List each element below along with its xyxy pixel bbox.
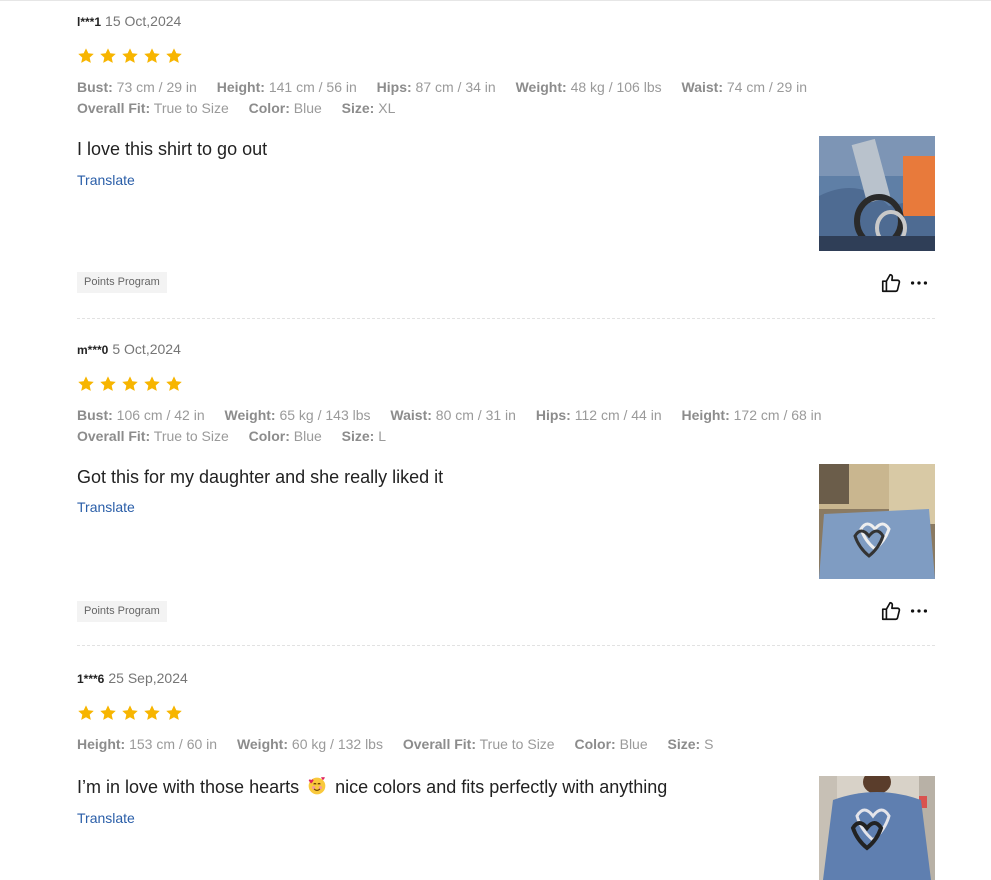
translate-link[interactable]: Translate — [77, 810, 135, 826]
top-border — [0, 0, 991, 1]
review-photo[interactable] — [819, 136, 935, 251]
size-attributes: Height: 153 cm / 60 in Weight: 60 kg / 1… — [77, 734, 729, 755]
attribute-height: Height: 172 cm / 68 in — [681, 407, 822, 423]
attribute-color: Color: Blue — [248, 428, 322, 444]
review-actions — [880, 272, 930, 294]
review-divider — [77, 645, 935, 646]
star-icon — [122, 376, 138, 391]
attribute-weight: Weight: 48 kg / 106 lbs — [515, 79, 662, 95]
shirt-photo-image — [819, 776, 935, 880]
review-date: 5 Oct,2024 — [112, 341, 181, 357]
translate-link[interactable]: Translate — [77, 499, 135, 515]
shirt-photo-image — [819, 136, 935, 251]
translate-link[interactable]: Translate — [77, 172, 135, 188]
attribute-height: Height: 153 cm / 60 in — [77, 736, 218, 752]
review-text: I’m in love with those hearts nice color… — [77, 776, 667, 798]
attribute-weight: Weight: 65 kg / 143 lbs — [224, 407, 371, 423]
thumbs-up-icon[interactable] — [880, 272, 902, 294]
attribute-overall-fit: Overall Fit: True to Size — [77, 428, 229, 444]
reviewer-name: 1***6 — [77, 672, 105, 686]
attribute-row: Bust: 73 cm / 29 in Height: 141 cm / 56 … — [77, 77, 823, 98]
attribute-color: Color: Blue — [574, 736, 648, 752]
attribute-size: Size: S — [667, 736, 714, 752]
star-icon — [78, 376, 94, 391]
reviewer-name: m***0 — [77, 343, 109, 357]
review-header: m***0 5 Oct,2024 — [77, 341, 181, 358]
attribute-size: Size: XL — [341, 100, 396, 116]
star-icon — [166, 48, 182, 63]
more-dots-icon[interactable] — [908, 272, 930, 294]
attribute-row: Bust: 106 cm / 42 in Weight: 65 kg / 143… — [77, 405, 838, 426]
points-program-badge: Points Program — [77, 272, 167, 293]
attribute-weight: Weight: 60 kg / 132 lbs — [236, 736, 383, 752]
attribute-overall-fit: Overall Fit: True to Size — [77, 100, 229, 116]
review-header: l***1 15 Oct,2024 — [77, 13, 181, 30]
attribute-row: Overall Fit: True to Size Color: Blue Si… — [77, 98, 823, 119]
more-dots-icon[interactable] — [908, 600, 930, 622]
star-rating — [77, 375, 183, 393]
review-photo[interactable] — [819, 776, 935, 880]
attribute-hips: Hips: 112 cm / 44 in — [535, 407, 662, 423]
star-icon — [78, 48, 94, 63]
star-rating — [77, 47, 183, 65]
attribute-hips: Hips: 87 cm / 34 in — [376, 79, 496, 95]
attribute-bust: Bust: 106 cm / 42 in — [77, 407, 205, 423]
attribute-row: Height: 153 cm / 60 in Weight: 60 kg / 1… — [77, 734, 729, 755]
star-icon — [100, 376, 116, 391]
star-icon — [100, 48, 116, 63]
review-item: 1***6 25 Sep,2024 Height: 153 cm / 60 in … — [77, 670, 935, 880]
review-item: m***0 5 Oct,2024 Bust: 106 cm / 42 in Wei… — [77, 341, 935, 641]
star-icon — [144, 376, 160, 391]
review-header: 1***6 25 Sep,2024 — [77, 670, 188, 687]
thumbs-up-icon[interactable] — [880, 600, 902, 622]
attribute-row: Overall Fit: True to Size Color: Blue Si… — [77, 426, 838, 447]
shirt-photo-image — [819, 464, 935, 579]
star-icon — [144, 705, 160, 720]
review-text: I love this shirt to go out — [77, 139, 268, 159]
review-photo[interactable] — [819, 464, 935, 579]
review-divider — [77, 318, 935, 319]
review-text-part: nice colors and fits perfectly with anyt… — [335, 777, 668, 797]
review-actions — [880, 600, 930, 622]
points-program-badge: Points Program — [77, 601, 167, 622]
attribute-color: Color: Blue — [248, 100, 322, 116]
review-text: Got this for my daughter and she really … — [77, 467, 444, 487]
review-text-part: I’m in love with those hearts — [77, 777, 300, 797]
attribute-overall-fit: Overall Fit: True to Size — [402, 736, 555, 752]
star-icon — [122, 705, 138, 720]
attribute-bust: Bust: 73 cm / 29 in — [77, 79, 197, 95]
attribute-waist: Waist: 74 cm / 29 in — [681, 79, 808, 95]
reviewer-name: l***1 — [77, 15, 102, 29]
review-item: l***1 15 Oct,2024 Bust: 73 cm / 29 in Hei… — [77, 13, 935, 313]
attribute-waist: Waist: 80 cm / 31 in — [390, 407, 516, 423]
review-date: 15 Oct,2024 — [105, 13, 182, 29]
star-icon — [166, 705, 182, 720]
smiling-face-with-hearts-emoji-icon — [308, 777, 326, 795]
review-date: 25 Sep,2024 — [108, 670, 188, 686]
star-icon — [144, 48, 160, 63]
star-icon — [78, 705, 94, 720]
attribute-size: Size: L — [341, 428, 387, 444]
star-rating — [77, 704, 183, 722]
attribute-height: Height: 141 cm / 56 in — [216, 79, 357, 95]
star-icon — [100, 705, 116, 720]
star-icon — [122, 48, 138, 63]
size-attributes: Bust: 73 cm / 29 in Height: 141 cm / 56 … — [77, 77, 823, 119]
size-attributes: Bust: 106 cm / 42 in Weight: 65 kg / 143… — [77, 405, 838, 447]
star-icon — [166, 376, 182, 391]
